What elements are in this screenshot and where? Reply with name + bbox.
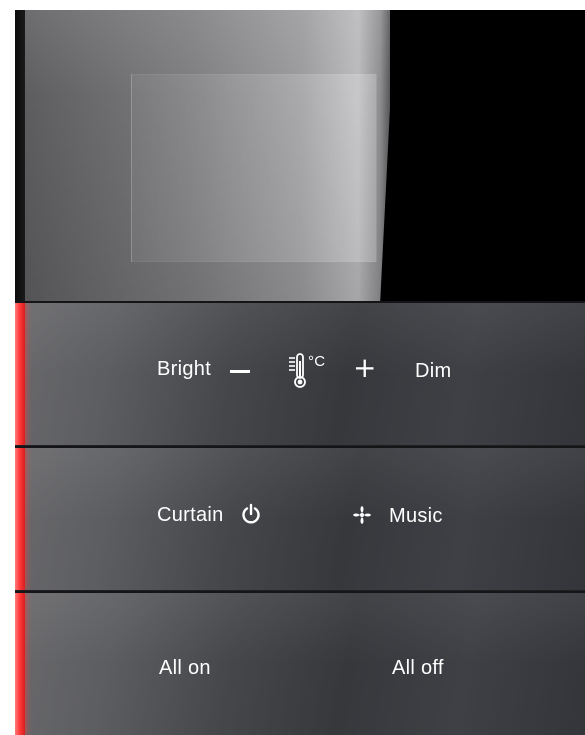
- led-indicator: [15, 448, 25, 590]
- led-indicator: [15, 593, 25, 735]
- led-indicator: [15, 303, 25, 445]
- button-row-climate[interactable]: Bright °C + Dim: [15, 301, 585, 445]
- plus-button[interactable]: +: [353, 352, 377, 384]
- button-row-curtain-music[interactable]: Curtain Music: [15, 446, 585, 590]
- celsius-label: °C: [308, 353, 326, 370]
- all-off-button[interactable]: All off: [392, 657, 444, 680]
- power-icon[interactable]: [240, 503, 262, 525]
- minus-icon[interactable]: [230, 370, 250, 373]
- button-row-all[interactable]: All on All off: [15, 591, 585, 735]
- screen-bezel-edge: [15, 10, 25, 301]
- dim-button[interactable]: Dim: [415, 360, 451, 383]
- display-screen: [15, 10, 585, 301]
- bright-button[interactable]: Bright: [157, 358, 211, 381]
- curtain-button[interactable]: Curtain: [157, 504, 224, 527]
- screen-display-area: [131, 74, 377, 262]
- all-on-button[interactable]: All on: [159, 657, 211, 680]
- music-button[interactable]: Music: [389, 505, 443, 528]
- screen-dark-area: [390, 10, 585, 301]
- fan-icon[interactable]: [352, 505, 372, 525]
- smart-switch-panel: Bright °C + Dim Curtain Music All on All…: [15, 10, 585, 735]
